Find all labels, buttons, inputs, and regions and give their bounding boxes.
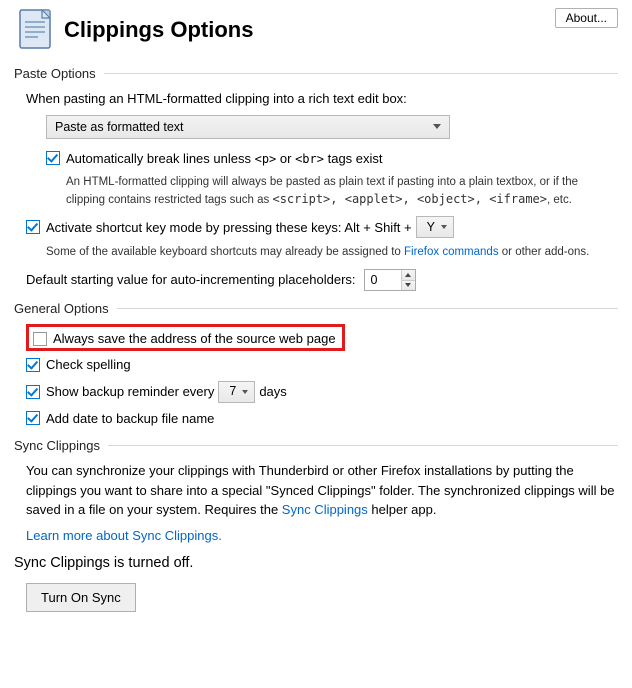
divider: [104, 73, 618, 74]
backup-reminder-checkbox[interactable]: [26, 385, 40, 399]
autoincr-up[interactable]: [402, 270, 415, 281]
autoincr-down[interactable]: [402, 281, 415, 291]
add-date-label: Add date to backup file name: [46, 409, 214, 429]
add-date-checkbox[interactable]: [26, 411, 40, 425]
autoincr-input[interactable]: 0: [364, 269, 416, 291]
autoincr-value: 0: [365, 270, 401, 290]
paste-format-value: Paste as formatted text: [55, 120, 184, 134]
sync-clippings-link[interactable]: Sync Clippings: [282, 502, 368, 517]
divider: [108, 445, 618, 446]
chevron-down-icon: [242, 390, 248, 394]
always-save-checkbox[interactable]: [33, 332, 47, 346]
sync-status: Sync Clippings is turned off.: [14, 555, 618, 571]
page-title: Clippings Options: [64, 17, 618, 43]
highlight-box: Always save the address of the source we…: [26, 324, 345, 351]
backup-days-value: 7: [229, 382, 236, 401]
section-title-general: General Options: [14, 301, 109, 316]
backup-reminder-label-pre: Show backup reminder every: [46, 382, 214, 402]
check-spelling-label: Check spelling: [46, 355, 131, 375]
always-save-label: Always save the address of the source we…: [53, 331, 336, 346]
chevron-down-icon: [441, 225, 447, 229]
clippings-app-icon: [14, 8, 54, 52]
about-button[interactable]: About...: [555, 8, 618, 28]
turn-on-sync-button[interactable]: Turn On Sync: [26, 583, 136, 612]
shortcut-hint: Some of the available keyboard shortcuts…: [46, 244, 618, 261]
backup-reminder-label-post: days: [259, 382, 286, 402]
auto-break-hint: An HTML-formatted clipping will always b…: [66, 174, 618, 208]
shortcut-label: Activate shortcut key mode by pressing t…: [46, 218, 412, 238]
learn-more-link[interactable]: Learn more about Sync Clippings.: [26, 528, 222, 543]
auto-break-label: Automatically break lines unless <p> or …: [66, 149, 383, 169]
shortcut-checkbox[interactable]: [26, 220, 40, 234]
shortcut-key-value: Y: [427, 218, 435, 237]
paste-format-select[interactable]: Paste as formatted text: [46, 115, 450, 139]
paste-intro-label: When pasting an HTML-formatted clipping …: [26, 89, 618, 109]
sync-description: You can synchronize your clippings with …: [26, 461, 618, 520]
auto-break-checkbox[interactable]: [46, 151, 60, 165]
shortcut-key-select[interactable]: Y: [416, 216, 454, 238]
firefox-commands-link[interactable]: Firefox commands: [404, 246, 499, 258]
autoincr-label: Default starting value for auto-incremen…: [26, 270, 356, 290]
section-title-sync: Sync Clippings: [14, 438, 100, 453]
chevron-down-icon: [433, 124, 441, 129]
section-title-paste: Paste Options: [14, 66, 96, 81]
check-spelling-checkbox[interactable]: [26, 358, 40, 372]
divider: [117, 308, 618, 309]
backup-days-select[interactable]: 7: [218, 381, 255, 403]
